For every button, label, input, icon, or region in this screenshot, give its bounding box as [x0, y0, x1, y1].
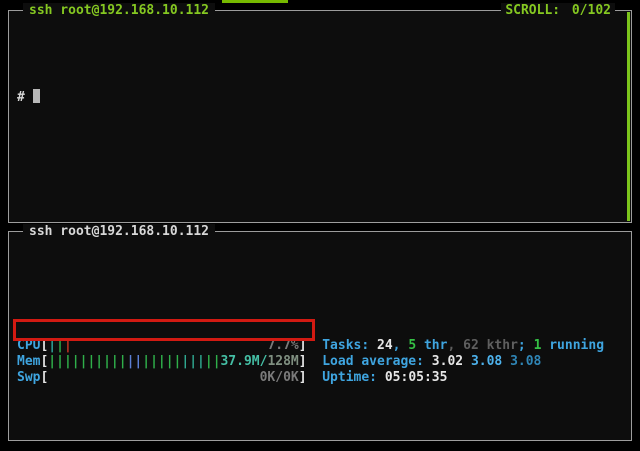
stat-segment: 05:05:35	[385, 370, 448, 385]
meter-bar-tick: |	[166, 354, 174, 369]
stat-segment: 3.08	[471, 354, 510, 369]
meter-bar-tick: |	[119, 354, 127, 369]
meter-bar-tick: |	[56, 354, 64, 369]
scroll-label: SCROLL:	[505, 3, 560, 18]
meter-bar: 0K/0K	[48, 370, 298, 386]
meters-block: CPU[|||7.7%]Tasks: 24, 5 thr, 62 kthr; 1…	[9, 338, 631, 386]
meter-bar-tick: |	[213, 354, 221, 369]
meter-bar-tick: |	[197, 354, 205, 369]
stats-line: Load average: 3.02 3.08 3.08	[322, 354, 541, 370]
meter-row-mem: Mem[||||||||||||||||||||||37.9M/128M] Loa…	[9, 354, 631, 370]
stat-segment: Tasks:	[322, 338, 377, 353]
stat-segment: 3.08	[510, 354, 541, 369]
stat-segment: ,	[447, 338, 463, 353]
meter-bar: ||||||||||||||||||||||37.9M/128M	[48, 354, 298, 370]
meter-bar-tick: |	[158, 354, 166, 369]
meter-bar-ticks: |||	[48, 338, 71, 354]
meter-bar-tick: |	[48, 354, 56, 369]
bottom-terminal-pane[interactable]: ssh root@192.168.10.112 CPU[|||7.7%]Task…	[8, 231, 632, 441]
mem-total-value: 128M	[267, 354, 298, 369]
stat-segment: Uptime:	[322, 370, 385, 385]
stat-segment: 62 kthr	[463, 338, 518, 353]
pane-title: ssh root@192.168.10.112	[23, 3, 215, 19]
scroll-indicator: SCROLL: 0/102	[501, 3, 615, 19]
meter-bar-tick: |	[64, 338, 72, 353]
meter-close-bracket: ]	[299, 354, 307, 370]
meter-value: 0K/0K	[260, 370, 299, 386]
stat-segment: Load average:	[322, 354, 432, 369]
meter-open-bracket: [	[40, 354, 48, 370]
stat-segment: running	[541, 338, 604, 353]
text-cursor	[33, 89, 41, 103]
meter-row-cpu: CPU[|||7.7%]Tasks: 24, 5 thr, 62 kthr; 1…	[9, 338, 631, 354]
meter-label: CPU	[17, 338, 40, 354]
stat-segment: 5	[408, 338, 416, 353]
meter-close-bracket: ]	[299, 338, 307, 354]
video-progress-artifact	[222, 0, 288, 3]
meter-bar-tick: |	[72, 354, 80, 369]
meter-bar-tick: |	[150, 354, 158, 369]
pane-title: ssh root@192.168.10.112	[23, 224, 215, 240]
meter-open-bracket: [	[40, 370, 48, 386]
meter-bar-tick: |	[48, 338, 56, 353]
meter-label: Mem	[17, 354, 40, 370]
meter-value-text: 7.7%	[267, 338, 298, 353]
meter-row-swp: Swp[0K/0K] Uptime: 05:05:35	[9, 370, 631, 386]
stat-segment: 24	[377, 338, 393, 353]
meter-bar-tick: |	[205, 354, 213, 369]
meter-value-text: 0K/0K	[260, 370, 299, 385]
meter-close-bracket: ]	[299, 370, 307, 386]
meter-bar-tick: |	[111, 354, 119, 369]
meter-bar-tick: |	[142, 354, 150, 369]
scroll-value: 0/102	[572, 3, 611, 18]
prompt-symbol: #	[17, 90, 25, 105]
stat-segment: ,	[393, 338, 409, 353]
stats-line: Tasks: 24, 5 thr, 62 kthr; 1 running	[322, 338, 604, 354]
meter-open-bracket: [	[40, 338, 48, 354]
pane-scrollbar[interactable]	[627, 12, 630, 221]
meter-value: 37.9M/128M	[220, 354, 298, 370]
top-terminal-pane[interactable]: ssh root@192.168.10.112 SCROLL:0/102 #	[8, 10, 632, 223]
meter-bar: |||7.7%	[48, 338, 298, 354]
stat-segment: 3.02	[432, 354, 471, 369]
mem-used-value: 37.9M/	[220, 354, 267, 369]
htop-app: CPU[|||7.7%]Tasks: 24, 5 thr, 62 kthr; 1…	[9, 280, 631, 451]
stat-segment: ;	[518, 338, 534, 353]
meter-bar-tick: |	[56, 338, 64, 353]
meter-bar-tick: |	[95, 354, 103, 369]
stats-line: Uptime: 05:05:35	[322, 370, 447, 386]
meter-bar-tick: |	[64, 354, 72, 369]
stat-segment: thr	[416, 338, 447, 353]
meter-bar-tick: |	[189, 354, 197, 369]
meter-value: 7.7%	[267, 338, 298, 354]
meter-bar-tick: |	[103, 354, 111, 369]
shell-prompt-line: #	[9, 75, 631, 106]
meter-label: Swp	[17, 370, 40, 386]
meter-bar-ticks: ||||||||||||||||||||||	[48, 354, 220, 370]
